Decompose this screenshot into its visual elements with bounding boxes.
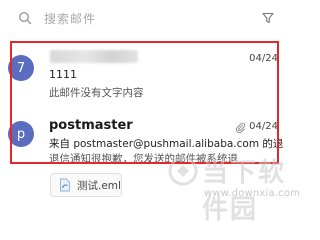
mail-sender: postmaster [49, 118, 133, 133]
search-bar[interactable]: 搜索邮件 [8, 6, 286, 30]
sender-name-blurred [50, 50, 138, 63]
mail-subject: 来自 postmaster@pushmail.alibaba.com 的退 [49, 138, 284, 150]
mail-list-item[interactable]: 7 04/24 1111 此邮件没有文字内容 [0, 44, 292, 104]
mail-subject: 1111 [49, 68, 77, 81]
file-icon [60, 178, 70, 192]
mail-date: 04/24 [249, 121, 278, 132]
watermark-url: www.downxia.com [204, 188, 301, 199]
filter-icon[interactable] [262, 12, 274, 24]
mail-preview: 此邮件没有文字内容 [49, 87, 144, 99]
attachment-name: 测试.eml [77, 180, 121, 192]
paperclip-icon [235, 122, 246, 133]
watermark-logo-icon [168, 156, 198, 186]
mail-date: 04/24 [249, 53, 278, 64]
avatar: 7 [8, 55, 34, 81]
watermark: 当下软件园 www.downxia.com [160, 150, 300, 225]
attachment-chip[interactable]: 测试.eml [50, 173, 122, 197]
avatar: p [8, 121, 34, 147]
search-icon [18, 11, 32, 25]
search-input[interactable]: 搜索邮件 [44, 10, 96, 27]
mail-list-screen: 搜索邮件 7 04/24 1111 此邮件没有文字内容 p postmaster… [0, 0, 300, 225]
